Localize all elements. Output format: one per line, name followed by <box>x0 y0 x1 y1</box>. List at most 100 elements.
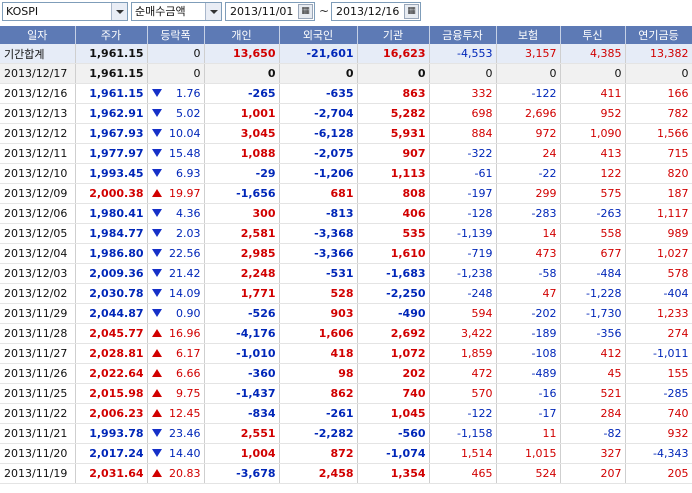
cell-change: 16.96 <box>147 323 205 344</box>
cell-institution: 1,072 <box>357 343 430 364</box>
cell-investment-trust: 0 <box>560 63 626 84</box>
table-row[interactable]: 2013/12/02 2,030.78 14.09 1,771 528 -2,250 -24… <box>0 283 692 304</box>
col-header-investment-trust[interactable]: 투신 <box>560 26 626 44</box>
cell-pension: -285 <box>625 383 692 404</box>
cell-price: 2,000.38 <box>75 183 148 204</box>
summary-row[interactable]: 기간합계 1,961.15 0 13,650 -21,601 16,623 -4,553 3,… <box>0 44 692 64</box>
cell-financial-investment: -122 <box>429 403 497 424</box>
cell-date: 2013/11/19 <box>0 463 76 484</box>
col-header-institution[interactable]: 기관 <box>357 26 430 44</box>
cell-institution: 535 <box>357 223 430 244</box>
change-value: 0 <box>193 47 201 60</box>
start-date-field[interactable]: 2013/11/01 ▦ <box>225 2 315 21</box>
cell-foreign: 903 <box>279 303 358 324</box>
cell-institution: 5,931 <box>357 123 430 144</box>
table-row[interactable]: 2013/11/27 2,028.81 6.17 -1,010 418 1,072 1,85… <box>0 343 692 364</box>
cell-change: 1.76 <box>147 83 205 104</box>
triangle-down-icon <box>151 109 162 117</box>
cell-institution: -2,250 <box>357 283 430 304</box>
table-row[interactable]: 2013/11/29 2,044.87 0.90 -526 903 -490 594 -202… <box>0 303 692 324</box>
col-header-foreign[interactable]: 외국인 <box>279 26 358 44</box>
cell-investment-trust: 952 <box>560 103 626 124</box>
table-row[interactable]: 2013/12/17 1,961.15 0 0 0 0 0 0 0 0 <box>0 63 692 84</box>
cell-insurance: 299 <box>496 183 561 204</box>
cell-institution: 907 <box>357 143 430 164</box>
change-value: 16.96 <box>169 327 201 340</box>
cell-change: 23.46 <box>147 423 205 444</box>
table-row[interactable]: 2013/12/11 1,977.97 15.48 1,088 -2,075 907 -32… <box>0 143 692 164</box>
change-value: 22.56 <box>169 247 201 260</box>
cell-institution: -560 <box>357 423 430 444</box>
col-header-price[interactable]: 주가 <box>75 26 148 44</box>
cell-foreign: -2,282 <box>279 423 358 444</box>
cell-date: 2013/12/05 <box>0 223 76 244</box>
table-row[interactable]: 2013/11/28 2,045.77 16.96 -4,176 1,606 2,692 3… <box>0 323 692 344</box>
market-select-value: KOSPI <box>6 5 39 18</box>
cell-price: 2,044.87 <box>75 303 148 324</box>
table-row[interactable]: 2013/12/10 1,993.45 6.93 -29 -1,206 1,113 -61-… <box>0 163 692 184</box>
cell-change: 19.97 <box>147 183 205 204</box>
change-value: 4.36 <box>176 207 201 220</box>
change-value: 19.97 <box>169 187 201 200</box>
cell-financial-investment: -1,238 <box>429 263 497 284</box>
investor-trading-table: 일자 주가 등락폭 개인 외국인 기관 금융투자 보험 투신 연기금등 기간합계… <box>0 26 692 484</box>
cell-individual: 1,001 <box>204 103 280 124</box>
cell-date: 기간합계 <box>0 44 76 64</box>
table-row[interactable]: 2013/12/12 1,967.93 10.04 3,045 -6,128 5,931 8… <box>0 123 692 144</box>
table-row[interactable]: 2013/11/25 2,015.98 9.75 -1,437 862 740 570 -16… <box>0 383 692 404</box>
cell-financial-investment: 0 <box>429 63 497 84</box>
triangle-up-icon <box>151 189 162 197</box>
table-row[interactable]: 2013/12/05 1,984.77 2.03 2,581 -3,368 535 -1,1… <box>0 223 692 244</box>
table-row[interactable]: 2013/12/13 1,962.91 5.02 1,001 -2,704 5,282 69… <box>0 103 692 124</box>
end-date-field[interactable]: 2013/12/16 ▦ <box>331 2 421 21</box>
triangle-up-icon <box>151 409 162 417</box>
table-row[interactable]: 2013/12/09 2,000.38 19.97 -1,656 681 808 -197 2… <box>0 183 692 204</box>
cell-financial-investment: 472 <box>429 363 497 384</box>
cell-date: 2013/12/13 <box>0 103 76 124</box>
table-row[interactable]: 2013/12/03 2,009.36 21.42 2,248 -531 -1,683 -1… <box>0 263 692 284</box>
cell-investment-trust: -484 <box>560 263 626 284</box>
cell-insurance: -489 <box>496 363 561 384</box>
cell-financial-investment: 332 <box>429 83 497 104</box>
cell-price: 2,022.64 <box>75 363 148 384</box>
cell-pension: -1,011 <box>625 343 692 364</box>
cell-financial-investment: -128 <box>429 203 497 224</box>
chevron-down-icon[interactable] <box>111 3 127 20</box>
col-header-individual[interactable]: 개인 <box>204 26 280 44</box>
cell-date: 2013/12/10 <box>0 163 76 184</box>
table-row[interactable]: 2013/11/20 2,017.24 14.40 1,004 872 -1,074 1,5… <box>0 443 692 464</box>
table-row[interactable]: 2013/11/22 2,006.23 12.45 -834 -261 1,045 -122… <box>0 403 692 424</box>
col-header-insurance[interactable]: 보험 <box>496 26 561 44</box>
table-row[interactable]: 2013/12/16 1,961.15 1.76 -265 -635 863 332 -122… <box>0 83 692 104</box>
table-header-row: 일자 주가 등락폭 개인 외국인 기관 금융투자 보험 투신 연기금등 <box>0 26 692 44</box>
cell-date: 2013/12/11 <box>0 143 76 164</box>
table-row[interactable]: 2013/11/26 2,022.64 6.66 -360 98 202 472 -489 45… <box>0 363 692 384</box>
chevron-down-icon[interactable] <box>205 3 221 20</box>
cell-price: 1,986.80 <box>75 243 148 264</box>
cell-pension: 1,233 <box>625 303 692 324</box>
cell-insurance: 47 <box>496 283 561 304</box>
change-value: 12.45 <box>169 407 201 420</box>
cell-change: 10.04 <box>147 123 205 144</box>
col-header-pension[interactable]: 연기금등 <box>625 26 692 44</box>
change-value: 20.83 <box>169 467 201 480</box>
table-row[interactable]: 2013/12/04 1,986.80 22.56 2,985 -3,366 1,610-… <box>0 243 692 264</box>
calendar-icon[interactable]: ▦ <box>298 4 313 19</box>
cell-pension: 13,382 <box>625 44 692 64</box>
table-row[interactable]: 2013/11/19 2,031.64 20.83 -3,678 2,458 1,354 4… <box>0 463 692 484</box>
col-header-date[interactable]: 일자 <box>0 26 76 44</box>
triangle-down-icon <box>151 269 162 277</box>
calendar-icon[interactable]: ▦ <box>404 4 419 19</box>
col-header-financial-investment[interactable]: 금융투자 <box>429 26 497 44</box>
cell-price: 1,984.77 <box>75 223 148 244</box>
metric-select[interactable]: 순매수금액 <box>131 2 222 21</box>
col-header-change[interactable]: 등락폭 <box>147 26 205 44</box>
change-value: 0.90 <box>176 307 201 320</box>
triangle-up-icon <box>151 369 162 377</box>
cell-change: 9.75 <box>147 383 205 404</box>
market-select[interactable]: KOSPI <box>2 2 128 21</box>
cell-investment-trust: 327 <box>560 443 626 464</box>
table-row[interactable]: 2013/12/06 1,980.41 4.36 300 -813 406 -128 -283… <box>0 203 692 224</box>
cell-insurance: -189 <box>496 323 561 344</box>
table-row[interactable]: 2013/11/21 1,993.78 23.46 2,551 -2,282 -560 -1… <box>0 423 692 444</box>
